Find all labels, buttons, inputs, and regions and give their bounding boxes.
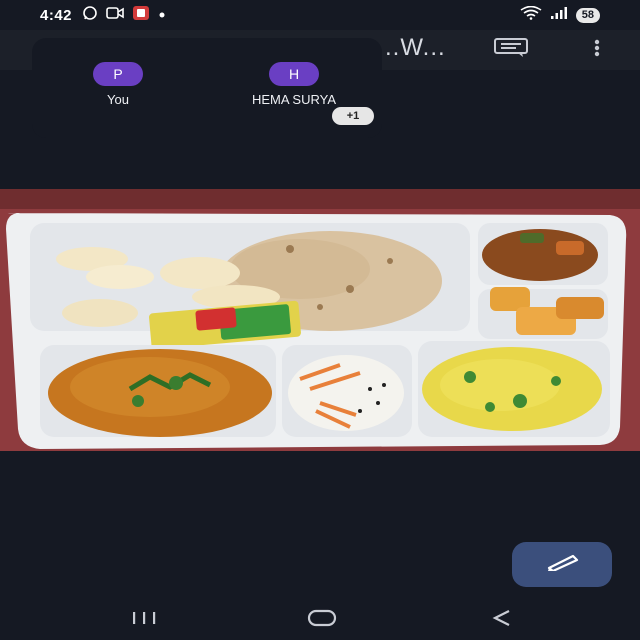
chat-title[interactable]: ..W... [385, 34, 446, 62]
system-nav-bar [0, 598, 640, 640]
participant-name: You [107, 92, 129, 107]
notification-app-icon [132, 5, 150, 26]
dot-icon [158, 6, 166, 24]
home-icon [307, 609, 337, 632]
back-button[interactable] [482, 608, 522, 632]
status-bar: 4:42 58 [0, 0, 640, 30]
status-left-icons [82, 5, 166, 26]
participant-name: HEMA SURYA [251, 92, 337, 107]
video-icon [106, 6, 124, 25]
status-right-icons: 58 [520, 5, 600, 25]
participant-hema-surya[interactable]: H HEMA SURYA [214, 62, 374, 107]
whatsapp-icon [82, 5, 98, 26]
edit-fab-button[interactable] [512, 542, 612, 587]
home-button[interactable] [302, 608, 342, 632]
participants-panel: P You H HEMA SURYA +1 [32, 38, 382, 138]
battery-indicator: 58 [575, 7, 600, 23]
more-options-button[interactable] [580, 36, 614, 64]
wifi-icon [520, 5, 542, 25]
more-vert-icon [594, 39, 600, 62]
comment-button[interactable] [494, 36, 528, 64]
back-icon [491, 609, 513, 632]
status-time: 4:42 [40, 6, 73, 24]
comment-icon [494, 37, 528, 63]
signal-icon [550, 6, 568, 25]
participant-you[interactable]: P You [38, 62, 198, 107]
more-participants-badge[interactable]: +1 [332, 107, 374, 125]
avatar: P [93, 62, 143, 86]
food-tray-photo[interactable] [0, 189, 640, 451]
recents-icon [129, 610, 159, 631]
recents-button[interactable] [124, 608, 164, 632]
avatar: H [269, 62, 319, 86]
pencil-icon [545, 553, 579, 576]
